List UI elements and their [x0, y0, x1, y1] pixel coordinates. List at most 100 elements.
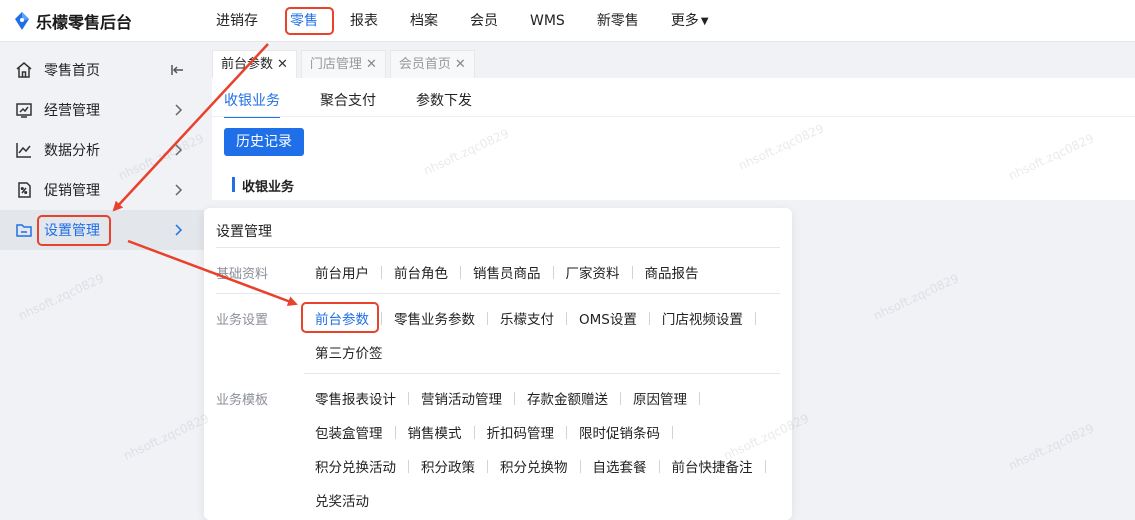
flyout-group-label: 业务模板 [216, 393, 269, 408]
topnav-item-inventory[interactable]: 进销存 [200, 0, 274, 42]
divider [552, 265, 554, 279]
flyout-row: 第三方价签 [315, 342, 383, 362]
menu-item-packaging-box[interactable]: 包装盒管理 [315, 422, 383, 442]
menu-item-retail-business-params[interactable]: 零售业务参数 [394, 308, 475, 328]
page-tabs: 前台参数 ✕ 门店管理 ✕ 会员首页 ✕ [212, 50, 475, 78]
divider [566, 425, 567, 439]
subtab-param-distribution[interactable]: 参数下发 [416, 90, 472, 116]
sidebar-item-label: 经营管理 [44, 103, 100, 119]
menu-item-frontend-users[interactable]: 前台用户 [315, 262, 369, 282]
menu-item-marketing-activity[interactable]: 营销活动管理 [421, 388, 502, 408]
menu-item-points-exchange-activity[interactable]: 积分兑换活动 [315, 456, 396, 476]
topnav-item-archives[interactable]: 档案 [394, 0, 454, 42]
main-panel: 收银业务 聚合支付 参数下发 历史记录 收银业务 [212, 78, 1135, 200]
divider [754, 311, 756, 325]
divider [408, 459, 409, 473]
menu-item-store-video-settings[interactable]: 门店视频设置 [662, 308, 743, 328]
divider [672, 425, 673, 439]
menu-item-points-exchange-goods[interactable]: 积分兑换物 [500, 456, 568, 476]
divider [394, 425, 396, 439]
chevron-right-icon [170, 142, 186, 158]
sidebar-item-label: 设置管理 [44, 223, 100, 239]
divider [408, 391, 409, 405]
menu-item-frontend-quick-notes[interactable]: 前台快捷备注 [672, 456, 753, 476]
topnav-item-wms[interactable]: WMS [514, 0, 581, 42]
flyout-row: 前台参数 零售业务参数 乐檬支付 OMS设置 门店视频设置 [315, 308, 768, 328]
close-icon[interactable]: ✕ [455, 51, 466, 79]
collapse-sidebar-icon[interactable] [170, 62, 186, 78]
chevron-right-icon [170, 182, 186, 198]
menu-item-third-party-price-tag[interactable]: 第三方价签 [315, 342, 383, 362]
sidebar-item-retail-home[interactable]: 零售首页 [0, 50, 204, 90]
tab-frontend-params[interactable]: 前台参数 ✕ [212, 50, 297, 78]
sidebar: 零售首页 经营管理 数据分析 促销管理 设置管理 [0, 42, 204, 520]
divider [658, 459, 660, 473]
home-icon [14, 60, 34, 80]
flyout-row: 积分兑换活动 积分政策 积分兑换物 自选套餐 前台快捷备注 [315, 456, 778, 476]
flyout-row: 前台用户 前台角色 销售员商品 厂家资料 商品报告 [315, 262, 699, 282]
topnav-item-more[interactable]: 更多 ▼ [655, 0, 725, 42]
divider [212, 116, 1135, 117]
menu-item-flash-promo-barcode[interactable]: 限时促销条码 [579, 422, 660, 442]
divider [381, 265, 382, 279]
watermark: nhsoft.zqc0829 [871, 271, 962, 323]
subtab-aggregate-payment[interactable]: 聚合支付 [320, 90, 376, 116]
watermark: nhsoft.zqc0829 [1006, 421, 1097, 473]
sidebar-item-label: 零售首页 [44, 63, 100, 79]
menu-item-salesperson-goods[interactable]: 销售员商品 [473, 262, 541, 282]
divider [304, 373, 780, 374]
close-icon[interactable]: ✕ [366, 51, 377, 79]
tab-member-home[interactable]: 会员首页 ✕ [389, 50, 475, 79]
menu-item-goods-report[interactable]: 商品报告 [645, 262, 699, 282]
top-bar: 乐檬零售后台 进销存 零售 报表 档案 会员 WMS 新零售 更多 ▼ [0, 0, 1135, 42]
menu-item-custom-combo[interactable]: 自选套餐 [593, 456, 647, 476]
divider [381, 311, 382, 325]
topnav-item-retail[interactable]: 零售 [274, 0, 334, 42]
flyout-group-label: 基础资料 [216, 267, 269, 282]
chevron-right-icon [170, 102, 186, 118]
divider [473, 425, 475, 439]
menu-item-frontend-roles[interactable]: 前台角色 [394, 262, 448, 282]
divider [487, 311, 488, 325]
topnav-item-members[interactable]: 会员 [454, 0, 514, 42]
menu-item-retail-report-design[interactable]: 零售报表设计 [315, 388, 396, 408]
menu-item-discount-code[interactable]: 折扣码管理 [487, 422, 555, 442]
sidebar-item-promotion-management[interactable]: 促销管理 [0, 170, 204, 210]
divider [514, 391, 515, 405]
sidebar-item-data-analysis[interactable]: 数据分析 [0, 130, 204, 170]
brand[interactable]: 乐檬零售后台 [12, 10, 132, 32]
history-button[interactable]: 历史记录 [224, 128, 304, 156]
close-icon[interactable]: ✕ [277, 51, 288, 79]
menu-item-deposit-bonus[interactable]: 存款金额赠送 [527, 388, 608, 408]
brand-logo-icon [12, 11, 32, 31]
tab-store-management[interactable]: 门店管理 ✕ [300, 50, 386, 79]
sidebar-item-label: 促销管理 [44, 183, 100, 199]
flyout-row: 包装盒管理 销售模式 折扣码管理 限时促销条码 [315, 422, 685, 442]
divider [216, 247, 780, 248]
topnav-item-new-retail[interactable]: 新零售 [581, 0, 655, 42]
folder-icon [14, 220, 34, 240]
sidebar-item-business-management[interactable]: 经营管理 [0, 90, 204, 130]
flyout-title: 设置管理 [216, 224, 272, 240]
flyout-group-label: 业务设置 [216, 313, 269, 328]
chart-board-icon [14, 100, 34, 120]
menu-item-vendor-info[interactable]: 厂家资料 [566, 262, 620, 282]
divider [566, 311, 567, 325]
divider [699, 391, 700, 405]
divider [764, 459, 766, 473]
sidebar-item-label: 数据分析 [44, 143, 100, 159]
topnav-item-reports[interactable]: 报表 [334, 0, 394, 42]
menu-item-oms-settings[interactable]: OMS设置 [579, 308, 637, 328]
divider [620, 391, 621, 405]
section-title: 收银业务 [232, 176, 294, 195]
menu-item-reason-management[interactable]: 原因管理 [633, 388, 687, 408]
menu-item-points-policy[interactable]: 积分政策 [421, 456, 475, 476]
menu-item-frontend-params[interactable]: 前台参数 [315, 308, 369, 328]
subtab-cashier-business[interactable]: 收银业务 [224, 90, 280, 118]
chevron-right-icon [170, 222, 186, 238]
menu-item-lemeng-pay[interactable]: 乐檬支付 [500, 308, 554, 328]
brand-name: 乐檬零售后台 [36, 13, 133, 32]
sidebar-item-settings-management[interactable]: 设置管理 [0, 210, 204, 250]
menu-item-prize-redemption[interactable]: 兑奖活动 [315, 490, 369, 510]
menu-item-sales-mode[interactable]: 销售模式 [408, 422, 462, 442]
